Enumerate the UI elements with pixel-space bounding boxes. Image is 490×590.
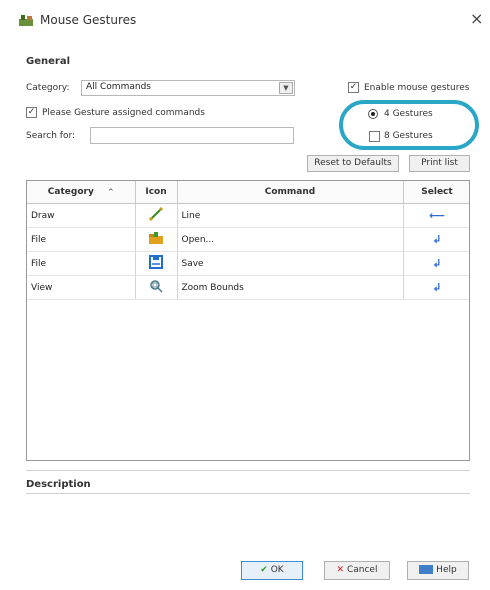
save-icon: [135, 251, 178, 276]
close-icon: ✕: [336, 565, 345, 575]
column-header-category[interactable]: Category ^: [27, 181, 136, 204]
general-section-label: General: [26, 56, 70, 67]
row-select-icon[interactable]: ↲: [403, 251, 469, 276]
line-tool-icon: [135, 203, 178, 228]
row-category: File: [27, 251, 136, 276]
gestures-4-radio[interactable]: [368, 109, 378, 119]
gestures-8-checkbox[interactable]: [369, 131, 380, 142]
open-folder-icon: [135, 227, 178, 252]
row-category: View: [27, 275, 136, 300]
cancel-button[interactable]: ✕ Cancel: [324, 561, 390, 580]
gestures-4-label: 4 Gestures: [384, 109, 433, 119]
column-header-select[interactable]: Select: [403, 181, 469, 204]
divider: [26, 470, 470, 471]
show-assigned-label: Please Gesture assigned commands: [42, 108, 205, 118]
row-command: Zoom Bounds: [177, 275, 404, 300]
gesture-count-highlight: [339, 100, 479, 150]
ok-button[interactable]: ✔ OK: [241, 561, 303, 580]
search-label: Search for:: [26, 131, 76, 141]
mouse-gestures-app-icon: [18, 13, 34, 27]
divider: [26, 493, 470, 494]
table-row[interactable]: Draw Line ⟵: [27, 203, 469, 228]
print-list-button[interactable]: Print list: [409, 155, 470, 172]
category-combobox-value: All Commands: [86, 82, 151, 92]
row-select-icon[interactable]: ⟵: [403, 203, 469, 228]
table-row[interactable]: View Zoom Bounds ↲: [27, 275, 469, 300]
close-icon[interactable]: ×: [470, 9, 483, 28]
zoom-bounds-icon: [135, 275, 178, 300]
table-header-row: Category ^ Icon Command Select: [27, 181, 469, 204]
enable-mouse-gestures-checkbox[interactable]: ✓: [348, 82, 359, 93]
check-icon: ✔: [260, 565, 268, 575]
description-text: [26, 497, 470, 547]
description-section-label: Description: [26, 479, 91, 490]
show-assigned-checkbox[interactable]: ✓: [26, 107, 37, 118]
chevron-down-icon[interactable]: ▼: [279, 82, 293, 94]
row-category: Draw: [27, 203, 136, 228]
help-button[interactable]: Help: [407, 561, 469, 580]
category-combobox[interactable]: All Commands ▼: [81, 80, 295, 96]
search-input[interactable]: [90, 127, 294, 144]
help-book-icon: [419, 565, 434, 574]
row-command: Line: [177, 203, 404, 228]
gestures-8-label: 8 Gestures: [384, 131, 433, 141]
row-category: File: [27, 227, 136, 252]
category-label: Category:: [26, 83, 70, 93]
row-command: Open...: [177, 227, 404, 252]
column-header-icon[interactable]: Icon: [135, 181, 178, 204]
enable-mouse-gestures-label: Enable mouse gestures: [364, 83, 470, 93]
window-title: Mouse Gestures: [40, 13, 137, 27]
table-row[interactable]: File Open... ↲: [27, 227, 469, 252]
row-select-icon[interactable]: ↲: [403, 227, 469, 252]
row-command: Save: [177, 251, 404, 276]
table-row[interactable]: File Save ↲: [27, 251, 469, 276]
row-select-icon[interactable]: ↲: [403, 275, 469, 300]
reset-to-defaults-button[interactable]: Reset to Defaults: [307, 155, 399, 172]
sort-ascending-icon: ^: [107, 188, 114, 196]
column-header-command[interactable]: Command: [177, 181, 404, 204]
commands-table: Category ^ Icon Command Select Draw Line …: [26, 180, 470, 461]
